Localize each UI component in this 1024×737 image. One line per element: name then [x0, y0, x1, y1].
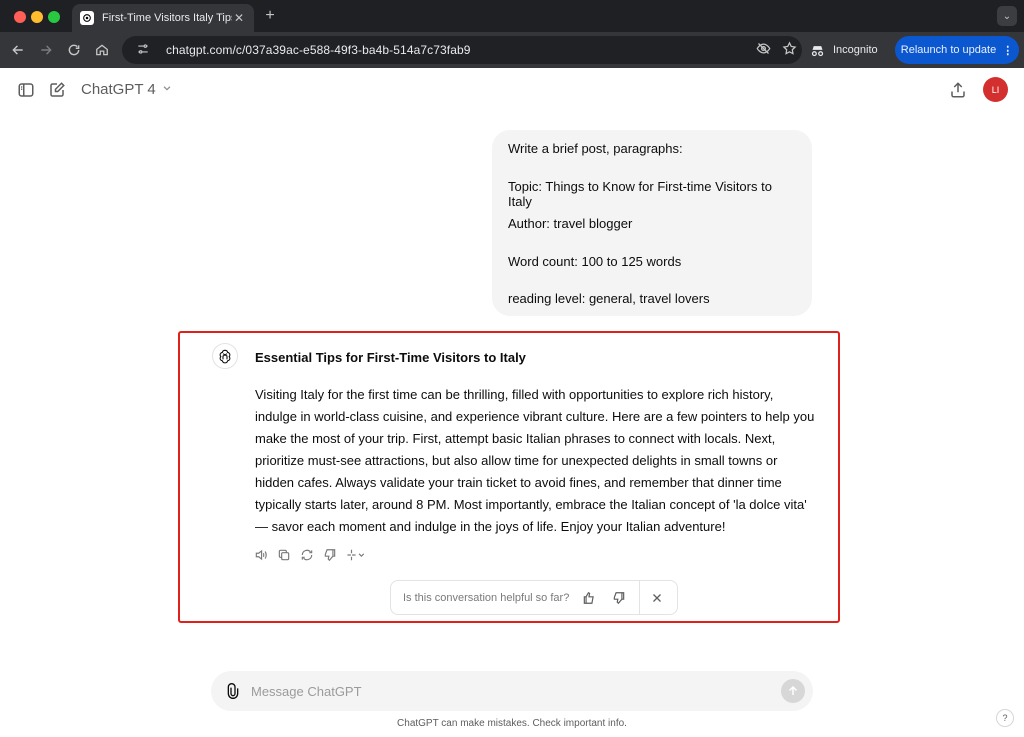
disclaimer-text: ChatGPT can make mistakes. Check importa…	[397, 718, 627, 729]
regenerate-icon[interactable]	[298, 546, 315, 563]
thumbs-down-icon[interactable]	[609, 588, 628, 608]
send-arrow-icon[interactable]	[781, 679, 805, 703]
tab-title: First-Time Visitors Italy Tips	[102, 12, 232, 24]
assistant-response-body: Visiting Italy for the first time can be…	[255, 387, 815, 534]
browser-toolbar: chatgpt.com/c/037a39ac-e588-49f3-ba4b-51…	[0, 32, 1024, 68]
response-actions	[252, 546, 366, 563]
home-icon[interactable]	[92, 40, 112, 60]
copy-icon[interactable]	[275, 546, 292, 563]
sparkle-model-icon[interactable]	[344, 546, 366, 563]
eye-off-icon[interactable]	[750, 41, 776, 59]
address-bar[interactable]: chatgpt.com/c/037a39ac-e588-49f3-ba4b-51…	[122, 36, 802, 64]
divider	[638, 580, 640, 615]
chevron-down-icon	[162, 83, 172, 96]
user-message-line: reading level: general, travel lovers	[508, 291, 710, 306]
feedback-question: Is this conversation helpful so far?	[403, 591, 570, 604]
window-maximize-button[interactable]	[48, 11, 60, 23]
relaunch-label: Relaunch to update	[900, 44, 997, 56]
tab-search-chevron-icon[interactable]: ⌄	[997, 6, 1017, 26]
new-chat-icon[interactable]	[47, 80, 67, 100]
read-aloud-icon[interactable]	[252, 546, 269, 563]
assistant-response-title: Essential Tips for First-Time Visitors t…	[255, 350, 526, 365]
thumbs-up-icon[interactable]	[580, 588, 599, 608]
kebab-menu-icon[interactable]: ⋮	[1002, 44, 1013, 57]
window-close-button[interactable]	[14, 11, 26, 23]
model-name: ChatGPT 4	[81, 81, 156, 98]
browser-titlebar: First-Time Visitors Italy Tips ✕ + ⌄	[0, 0, 1024, 32]
site-settings-icon[interactable]	[130, 42, 156, 59]
help-button[interactable]: ?	[996, 709, 1014, 727]
paperclip-icon[interactable]	[223, 681, 243, 701]
forward-arrow-icon[interactable]	[36, 40, 56, 60]
chatgpt-logo-icon	[212, 343, 238, 369]
user-message-line: Author: travel blogger	[508, 216, 633, 231]
bookmark-star-icon[interactable]	[776, 41, 802, 59]
chatgpt-favicon-icon	[80, 11, 94, 25]
user-message-line: Write a brief post, paragraphs:	[508, 141, 683, 156]
share-icon[interactable]	[948, 80, 968, 100]
url-text[interactable]: chatgpt.com/c/037a39ac-e588-49f3-ba4b-51…	[166, 43, 750, 57]
user-message-line: Word count: 100 to 125 words	[508, 253, 682, 269]
browser-tab-active[interactable]: First-Time Visitors Italy Tips ✕	[72, 4, 254, 32]
window-minimize-button[interactable]	[31, 11, 43, 23]
tab-close-icon[interactable]: ✕	[232, 11, 246, 25]
new-tab-button[interactable]: +	[262, 7, 278, 25]
message-composer	[211, 671, 813, 711]
user-avatar[interactable]: LI	[983, 77, 1008, 102]
relaunch-to-update-button[interactable]: Relaunch to update ⋮	[895, 36, 1019, 64]
close-icon[interactable]	[648, 588, 667, 608]
incognito-label: Incognito	[833, 44, 878, 56]
reload-icon[interactable]	[64, 40, 84, 60]
incognito-indicator[interactable]: Incognito	[810, 38, 878, 62]
sidebar-toggle-icon[interactable]	[16, 80, 36, 100]
user-message-line: Topic: Things to Know for First-time Vis…	[508, 178, 772, 209]
thumbs-down-icon[interactable]	[321, 546, 338, 563]
feedback-prompt: Is this conversation helpful so far?	[390, 580, 678, 615]
model-selector[interactable]: ChatGPT 4	[81, 81, 172, 98]
app-header: ChatGPT 4 LI	[0, 68, 1024, 112]
message-input[interactable]	[251, 683, 781, 699]
back-arrow-icon[interactable]	[8, 40, 28, 60]
incognito-icon	[810, 43, 825, 58]
user-message-bubble: Write a brief post, paragraphs: Topic: T…	[492, 130, 812, 316]
